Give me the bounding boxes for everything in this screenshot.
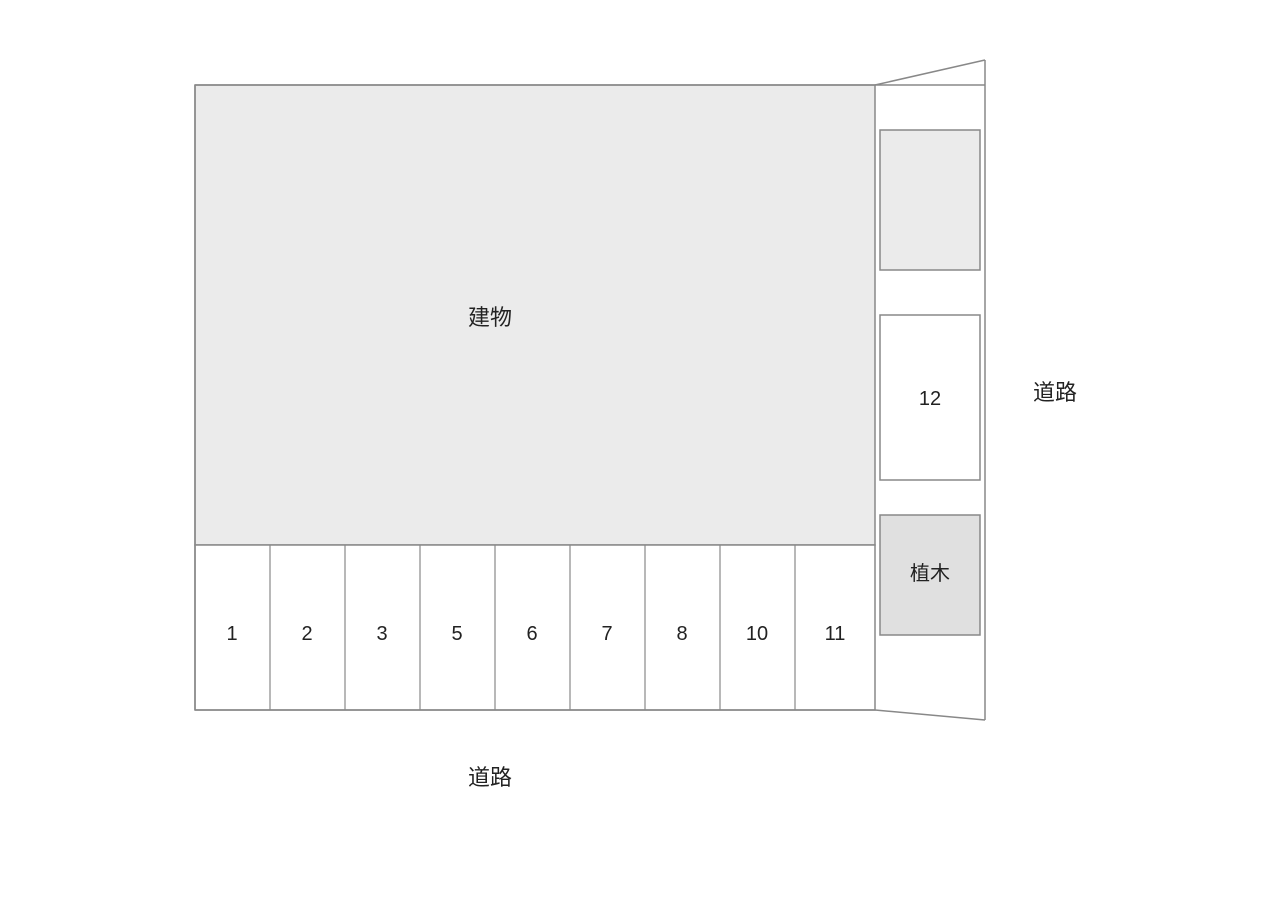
road-right-label: 道路 xyxy=(1033,380,1077,405)
spot-2: 2 xyxy=(301,623,312,645)
spot-7: 7 xyxy=(601,623,612,645)
spot-8: 8 xyxy=(676,623,687,645)
spot-12: 12 xyxy=(919,388,941,410)
road-bottom-label: 道路 xyxy=(468,765,512,790)
building-rect xyxy=(195,85,875,545)
spot-6: 6 xyxy=(526,623,537,645)
spot-5: 5 xyxy=(451,623,462,645)
spot-3: 3 xyxy=(376,623,387,645)
diagram-container: 建物 1 2 3 5 6 7 8 10 11 xyxy=(0,0,1278,904)
spot-11: 11 xyxy=(825,623,846,645)
right-top-box xyxy=(880,130,980,270)
building-label: 建物 xyxy=(468,305,512,330)
spot-1: 1 xyxy=(226,623,237,645)
plant-label: 植木 xyxy=(910,562,950,585)
spot-10: 10 xyxy=(746,623,768,645)
